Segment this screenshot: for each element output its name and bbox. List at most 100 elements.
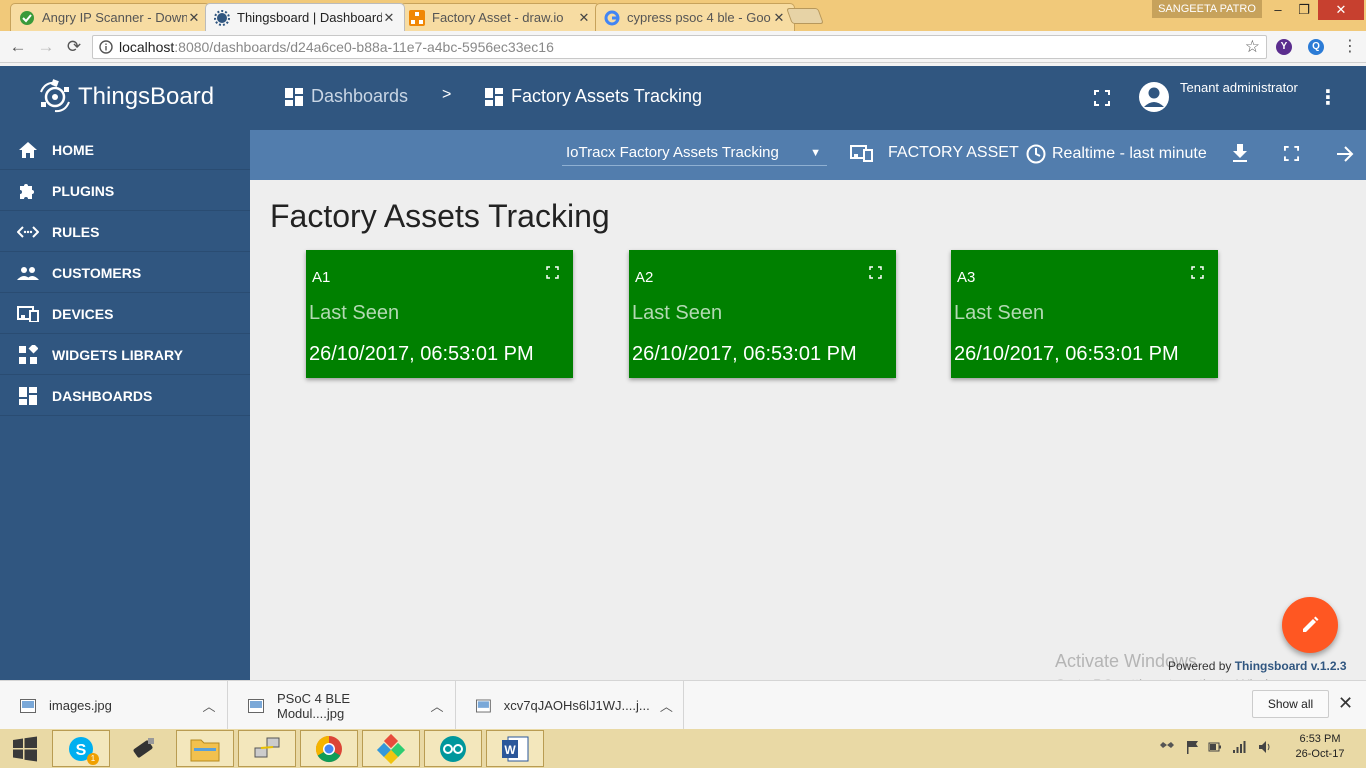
people-icon xyxy=(17,266,39,280)
taskbar-chrome[interactable] xyxy=(300,730,358,767)
taskbar-network-app[interactable] xyxy=(238,730,296,767)
address-bar[interactable]: localhost:8080/dashboards/d24a6ce0-b88a-… xyxy=(92,35,1267,59)
arduino-icon xyxy=(440,735,466,762)
sidebar-item-customers[interactable]: CUSTOMERS xyxy=(0,253,250,293)
expand-widget-icon[interactable] xyxy=(1191,266,1204,279)
widget-card-a3[interactable]: A3 Last Seen 26/10/2017, 06:53:01 PM xyxy=(951,250,1218,378)
sidebar-item-widgets-library[interactable]: WIDGETS LIBRARY xyxy=(0,335,250,375)
back-arrow-icon[interactable]: ← xyxy=(8,37,28,57)
taskbar-file-explorer[interactable] xyxy=(176,730,234,767)
sidebar-item-rules[interactable]: RULES xyxy=(0,212,250,252)
expand-widget-icon[interactable] xyxy=(869,266,882,279)
timewindow-button[interactable]: Realtime - last minute xyxy=(1026,144,1207,164)
chevron-up-icon[interactable]: ︿ xyxy=(419,696,455,715)
widget-title: A3 xyxy=(957,269,976,286)
start-button[interactable] xyxy=(0,730,50,767)
yahoo-extension-icon[interactable]: Y xyxy=(1276,39,1292,55)
sidebar-item-home[interactable]: HOME xyxy=(0,130,250,170)
close-tab-icon[interactable]: ✕ xyxy=(772,10,786,26)
battery-icon[interactable] xyxy=(1208,740,1222,754)
close-downloads-icon[interactable]: ✕ xyxy=(1338,693,1353,714)
widget-card-a2[interactable]: A2 Last Seen 26/10/2017, 06:53:01 PM xyxy=(629,250,896,378)
widget-value: 26/10/2017, 06:53:01 PM xyxy=(954,343,1179,365)
bookmark-star-icon[interactable]: ☆ xyxy=(1245,37,1260,57)
svg-text:W: W xyxy=(504,743,516,757)
user-avatar-icon[interactable] xyxy=(1138,81,1170,113)
puzzle-icon xyxy=(20,183,34,199)
close-window-button[interactable]: ✕ xyxy=(1318,0,1364,20)
taskbar-word[interactable]: W xyxy=(486,730,544,767)
taskbar-clock[interactable]: 6:53 PM 26-Oct-17 xyxy=(1290,732,1350,762)
connector-icon xyxy=(133,737,154,757)
sidebar: HOME PLUGINS RULES CUSTOMERS DEVICES WID… xyxy=(0,130,250,680)
devices-icon xyxy=(17,305,39,322)
sidebar-item-label: RULES xyxy=(52,223,100,240)
fullscreen-icon[interactable] xyxy=(1284,146,1299,161)
chevron-up-icon[interactable]: ︿ xyxy=(650,696,683,715)
word-icon: W xyxy=(502,736,529,761)
widget-card-a1[interactable]: A1 Last Seen 26/10/2017, 06:53:01 PM xyxy=(306,250,573,378)
dropbox-icon[interactable] xyxy=(1160,740,1174,754)
arrow-right-icon[interactable] xyxy=(1336,145,1354,163)
chevron-up-icon[interactable]: ︿ xyxy=(191,696,227,715)
image-file-icon xyxy=(476,699,491,712)
dashboard-icon xyxy=(485,87,503,106)
version-link[interactable]: Thingsboard v.1.2.3 xyxy=(1235,659,1347,673)
sidebar-item-dashboards[interactable]: DASHBOARDS xyxy=(0,376,250,416)
timewindow-label: Realtime - last minute xyxy=(1052,145,1207,162)
download-item[interactable]: PSoC 4 BLE Modul....jpg ︿ xyxy=(228,681,456,730)
close-tab-icon[interactable]: ✕ xyxy=(577,10,591,26)
taskbar-skype[interactable]: S 1 xyxy=(52,730,110,767)
more-menu-icon[interactable]: ⋮ xyxy=(1318,85,1338,110)
info-icon[interactable] xyxy=(99,40,113,54)
close-tab-icon[interactable]: ✕ xyxy=(187,10,201,26)
edit-dashboard-button[interactable] xyxy=(1282,597,1338,653)
forward-arrow-icon[interactable]: → xyxy=(36,37,56,57)
thingsboard-logo-icon xyxy=(40,79,70,113)
app-logo[interactable]: ThingsBoard xyxy=(36,78,214,116)
browser-menu-icon[interactable]: ⋮ xyxy=(1340,37,1360,57)
powered-by-prefix: Powered by xyxy=(1168,659,1232,673)
browser-tab-google[interactable]: cypress psoc 4 ble - Goo ✕ xyxy=(595,3,795,31)
reload-icon[interactable]: ⟳ xyxy=(64,37,84,57)
breadcrumb-dashboards[interactable]: Dashboards xyxy=(285,86,408,107)
expand-widget-icon[interactable] xyxy=(546,266,559,279)
sidebar-item-plugins[interactable]: PLUGINS xyxy=(0,171,250,211)
thingsboard-icon xyxy=(214,9,230,26)
browser-tab-drawio[interactable]: Factory Asset - draw.io ✕ xyxy=(400,3,600,31)
widget-label: Last Seen xyxy=(954,302,1045,324)
clock-date: 26-Oct-17 xyxy=(1295,748,1345,760)
download-item[interactable]: xcv7qJAOHs6lJ1WJ....j... ︿ xyxy=(456,681,684,730)
taskbar-app-blocks[interactable] xyxy=(362,730,420,767)
taskbar-putty[interactable] xyxy=(114,730,172,767)
windows-logo-icon xyxy=(13,736,37,761)
entity-alias-button[interactable]: FACTORY ASSET xyxy=(850,144,1019,162)
volume-icon[interactable] xyxy=(1258,740,1272,754)
browser-tab-thingsboard[interactable]: Thingsboard | Dashboard ✕ xyxy=(205,3,405,31)
taskbar-arduino[interactable] xyxy=(424,730,482,767)
flag-icon[interactable] xyxy=(1186,740,1200,754)
clock-time: 6:53 PM xyxy=(1299,733,1341,745)
download-item[interactable]: images.jpg ︿ xyxy=(0,681,228,730)
sidebar-item-devices[interactable]: DEVICES xyxy=(0,294,250,334)
close-tab-icon[interactable]: ✕ xyxy=(382,10,396,26)
svg-text:S: S xyxy=(76,742,87,759)
dashboard-state-select[interactable]: IoTracx Factory Assets Tracking ▼ xyxy=(562,140,827,166)
minimize-window-button[interactable]: ‒ xyxy=(1264,0,1292,20)
url-host: localhost xyxy=(119,39,175,55)
folder-icon xyxy=(190,739,220,761)
fullscreen-icon[interactable] xyxy=(1094,90,1110,106)
search-extension-icon[interactable]: Q xyxy=(1308,39,1324,55)
restore-window-button[interactable]: ❐ xyxy=(1290,0,1318,20)
dashboard-toolbar: IoTracx Factory Assets Tracking ▼ FACTOR… xyxy=(250,130,1366,180)
new-tab-button[interactable] xyxy=(786,8,824,24)
signal-icon[interactable] xyxy=(1232,740,1246,754)
show-all-downloads-button[interactable]: Show all xyxy=(1252,690,1329,718)
browser-profile-chip[interactable]: SANGEETA PATRO xyxy=(1152,0,1262,18)
browser-tab-angry-ip[interactable]: Angry IP Scanner - Down ✕ xyxy=(10,3,210,31)
widget-title: A2 xyxy=(635,269,654,286)
widget-label: Last Seen xyxy=(309,302,400,324)
download-icon[interactable] xyxy=(1232,144,1248,162)
sidebar-item-label: WIDGETS LIBRARY xyxy=(52,346,183,363)
code-arrows-icon xyxy=(17,225,39,238)
